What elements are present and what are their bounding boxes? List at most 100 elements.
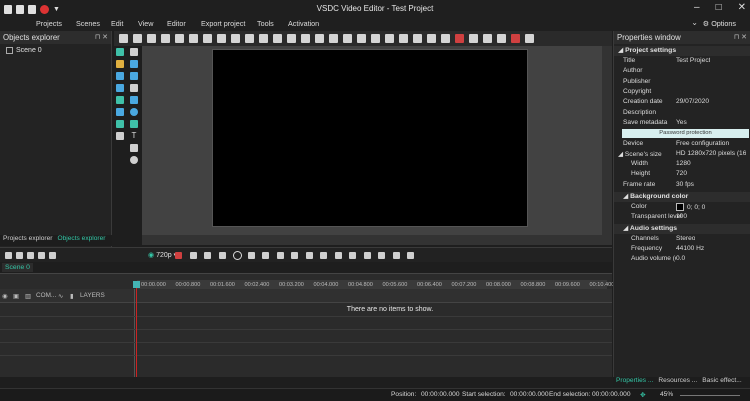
property-row[interactable]: Creation date 29/07/2020: [614, 98, 750, 108]
loop-icon[interactable]: [204, 252, 211, 259]
lock-icon[interactable]: ▣: [13, 292, 19, 300]
remove-icon[interactable]: [16, 252, 23, 259]
options-button[interactable]: ⚙ Options: [703, 19, 736, 28]
size-icon[interactable]: [357, 34, 366, 43]
split-icon[interactable]: [320, 252, 327, 259]
chevron-down-icon[interactable]: ⌄: [691, 18, 698, 27]
pin-icon[interactable]: ⊓ ✕: [95, 33, 108, 42]
property-row[interactable]: Copyright: [614, 88, 750, 98]
undo-icon[interactable]: [189, 34, 198, 43]
property-height[interactable]: Height 720: [614, 170, 750, 180]
close-button[interactable]: ✕: [738, 2, 746, 13]
align-middle-icon[interactable]: [287, 34, 296, 43]
paste-icon[interactable]: [147, 34, 156, 43]
trim-end-icon[interactable]: [349, 252, 356, 259]
grid-icon[interactable]: [217, 34, 226, 43]
video-icon[interactable]: [116, 84, 124, 92]
spectrum-icon[interactable]: [116, 120, 124, 128]
color-swatch[interactable]: [676, 203, 684, 211]
property-scene-size[interactable]: ◢ Scene's size HD 1280x720 pixels (16: [614, 150, 750, 160]
align-left-icon[interactable]: [231, 34, 240, 43]
scene-preview[interactable]: [212, 49, 528, 227]
playhead-handle[interactable]: [133, 281, 140, 288]
marker-icon[interactable]: [363, 252, 371, 259]
minimize-button[interactable]: –: [694, 2, 700, 13]
move-down-icon[interactable]: [413, 34, 422, 43]
text-icon[interactable]: T: [130, 132, 138, 140]
align-center-icon[interactable]: [245, 34, 254, 43]
trim-start-icon[interactable]: [334, 252, 342, 259]
stop-icon[interactable]: [189, 252, 197, 259]
preview-icon[interactable]: [218, 252, 226, 259]
send-back-icon[interactable]: [385, 34, 394, 43]
group-icon[interactable]: [427, 34, 436, 43]
cursor-icon[interactable]: [130, 48, 138, 56]
property-row[interactable]: Title Test Project: [614, 57, 750, 67]
layer-menu-icon[interactable]: ▮: [70, 292, 74, 300]
horizontal-scrollbar[interactable]: [142, 235, 602, 245]
subtitle-icon[interactable]: [116, 96, 124, 104]
rectangle-icon[interactable]: [130, 96, 138, 104]
menu-view[interactable]: View: [138, 19, 153, 28]
line-icon[interactable]: [130, 84, 138, 92]
fit-icon[interactable]: [343, 34, 352, 43]
background-color-section[interactable]: ◢ Background color: [614, 192, 750, 202]
pin-icon[interactable]: ⊓ ✕: [734, 33, 747, 42]
property-frequency[interactable]: Frequency 44100 Hz: [614, 245, 750, 255]
property-audio-volume[interactable]: Audio volume (dE0.0: [614, 255, 750, 265]
bring-front-icon[interactable]: [371, 34, 380, 43]
lock-icon[interactable]: [497, 34, 506, 43]
mute-icon[interactable]: [38, 252, 45, 259]
maximize-button[interactable]: □: [716, 2, 722, 13]
last-frame-icon[interactable]: [305, 252, 313, 259]
property-channels[interactable]: Channels Stereo: [614, 235, 750, 245]
zoom-fit-icon[interactable]: ✥: [640, 391, 646, 399]
align-bottom-icon[interactable]: [301, 34, 310, 43]
menu-scenes[interactable]: Scenes: [76, 19, 100, 28]
tab-basic-effects[interactable]: Basic effect...: [702, 377, 741, 387]
timeline-scene-tab[interactable]: Scene 0: [2, 263, 33, 272]
property-color[interactable]: Color 0; 0; 0: [614, 203, 750, 213]
center-h-icon[interactable]: [315, 34, 324, 43]
align-top-icon[interactable]: [273, 34, 282, 43]
ungroup-icon[interactable]: [441, 34, 450, 43]
tab-resources[interactable]: Resources ...: [658, 377, 697, 387]
rotate-icon[interactable]: [483, 34, 492, 43]
align-right-icon[interactable]: [259, 34, 268, 43]
timeline-ruler[interactable]: 00:00.000 00:00.800 00:01.600 00:02.400 00:0…: [137, 280, 614, 289]
cut-icon[interactable]: [119, 34, 128, 43]
visibility-eye-icon[interactable]: ◉: [2, 292, 8, 300]
flip-icon[interactable]: [469, 34, 478, 43]
project-settings-section[interactable]: ◢ Project settings: [614, 46, 750, 56]
add-icon[interactable]: [5, 252, 12, 259]
shape-icon[interactable]: [130, 72, 138, 80]
menu-activation[interactable]: Activation: [288, 19, 319, 28]
crop-icon[interactable]: [455, 34, 464, 43]
vertical-scrollbar[interactable]: [602, 46, 612, 245]
copy-icon[interactable]: [133, 34, 142, 43]
audio-volume-icon[interactable]: [49, 252, 56, 259]
record-icon[interactable]: [175, 34, 184, 43]
move-up-icon[interactable]: [399, 34, 408, 43]
ellipse-icon[interactable]: [130, 108, 138, 116]
mask-icon[interactable]: [511, 34, 520, 43]
menu-tools[interactable]: Tools: [257, 19, 274, 28]
property-width[interactable]: Width 1280: [614, 160, 750, 170]
zoom-out-icon[interactable]: [407, 252, 414, 259]
property-device[interactable]: Device Free configuration: [614, 140, 750, 150]
property-row[interactable]: Save metadata Yes: [614, 119, 750, 129]
audio-settings-section[interactable]: ◢ Audio settings: [614, 224, 750, 234]
tab-projects-explorer[interactable]: Projects explorer: [3, 235, 52, 246]
move-icon[interactable]: [116, 132, 124, 140]
redo-icon[interactable]: [203, 34, 212, 43]
property-frame-rate[interactable]: Frame rate 30 fps: [614, 181, 750, 191]
center-v-icon[interactable]: [329, 34, 338, 43]
delete-icon[interactable]: [161, 34, 170, 43]
settings-icon[interactable]: [525, 34, 534, 43]
play-red-icon[interactable]: [175, 252, 182, 259]
property-row[interactable]: Publisher: [614, 78, 750, 88]
preview-resolution-select[interactable]: ◉ 720p ▾: [148, 251, 177, 259]
zoom-in-icon[interactable]: [392, 252, 400, 259]
tree-item-scene[interactable]: Scene 0: [0, 44, 111, 57]
property-row[interactable]: Description: [614, 109, 750, 119]
